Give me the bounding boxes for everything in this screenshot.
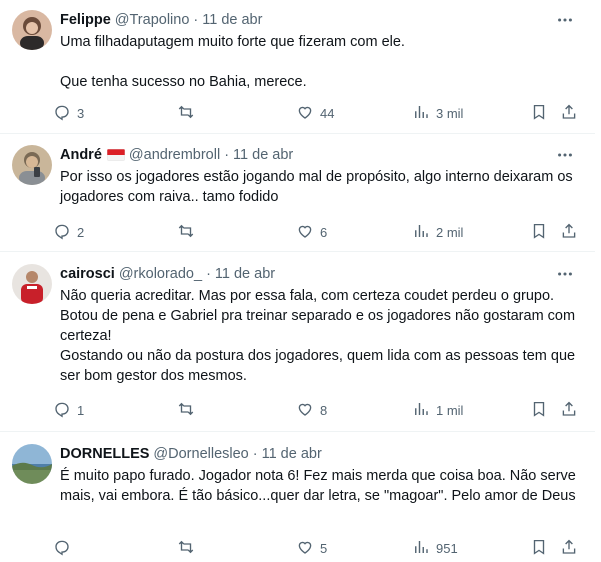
bookmark-icon[interactable] — [530, 103, 548, 124]
reply-item[interactable]: André @andrembroll · 11 de abr Por isso … — [0, 134, 595, 252]
timestamp[interactable]: 11 de abr — [262, 446, 322, 462]
like-icon — [296, 103, 314, 124]
reply-count: 1 — [77, 402, 85, 418]
views-count: 1 mil — [436, 402, 464, 418]
like-icon — [296, 538, 314, 559]
flag-icon — [106, 149, 125, 161]
repost-button[interactable] — [177, 400, 195, 421]
repost-button[interactable] — [177, 103, 195, 124]
reply-header: André @andrembroll · 11 de abr — [60, 145, 579, 165]
more-icon[interactable] — [555, 145, 575, 165]
views-button[interactable]: 1 mil — [412, 400, 463, 421]
display-name[interactable]: DORNELLES — [60, 446, 149, 462]
reply-item[interactable]: DORNELLES @Dornellesleo · 11 de abr É mu… — [0, 432, 595, 562]
avatar[interactable] — [12, 145, 52, 185]
views-button[interactable]: 951 — [412, 538, 458, 559]
share-icon[interactable] — [560, 222, 578, 243]
like-button[interactable]: 5 — [296, 538, 327, 559]
like-icon — [296, 222, 314, 243]
reply-count: 3 — [77, 105, 85, 121]
reply-button[interactable] — [53, 538, 71, 559]
display-name[interactable]: André — [60, 147, 102, 163]
like-button[interactable]: 44 — [296, 103, 334, 124]
reply-button[interactable]: 2 — [53, 222, 84, 243]
reply-count: 2 — [77, 224, 85, 240]
repost-icon — [177, 400, 195, 421]
like-count: 8 — [320, 402, 328, 418]
separator-dot: · — [252, 446, 258, 462]
reply-button[interactable]: 1 — [53, 400, 84, 421]
repost-icon — [177, 222, 195, 243]
reply-header: DORNELLES @Dornellesleo · 11 de abr — [60, 444, 579, 464]
avatar[interactable] — [12, 264, 52, 304]
share-icon[interactable] — [560, 538, 578, 559]
timestamp[interactable]: 11 de abr — [215, 266, 275, 282]
action-bar: 1 8 1 mil — [0, 399, 595, 421]
username[interactable]: @Dornellesleo — [153, 446, 248, 462]
like-count: 44 — [320, 105, 335, 121]
username[interactable]: @rkolorado_ — [119, 266, 202, 282]
views-button[interactable]: 3 mil — [412, 103, 463, 124]
reply-header: Felippe @Trapolino · 11 de abr — [60, 10, 579, 30]
bookmark-icon[interactable] — [530, 222, 548, 243]
like-button[interactable]: 8 — [296, 400, 327, 421]
display-name[interactable]: Felippe — [60, 12, 111, 28]
timestamp[interactable]: 11 de abr — [202, 12, 262, 28]
views-icon — [412, 538, 430, 559]
avatar[interactable] — [12, 444, 52, 484]
timestamp[interactable]: 11 de abr — [233, 147, 293, 163]
like-button[interactable]: 6 — [296, 222, 327, 243]
like-icon — [296, 400, 314, 421]
views-icon — [412, 222, 430, 243]
display-name[interactable]: cairosci — [60, 266, 115, 282]
reply-item[interactable]: cairosci @rkolorado_ · 11 de abr Não que… — [0, 252, 595, 432]
views-icon — [412, 103, 430, 124]
avatar[interactable] — [12, 10, 52, 50]
action-bar: 3 44 3 mil — [0, 102, 595, 124]
reply-item[interactable]: Felippe @Trapolino · 11 de abr Uma filha… — [0, 0, 595, 134]
repost-button[interactable] — [177, 538, 195, 559]
reply-text: Uma filhadaputagem muito forte que fizer… — [60, 34, 405, 90]
views-icon — [412, 400, 430, 421]
repost-icon — [177, 538, 195, 559]
separator-dot: · — [206, 266, 211, 282]
views-count: 951 — [436, 540, 458, 556]
reply-icon — [53, 222, 71, 243]
views-button[interactable]: 2 mil — [412, 222, 463, 243]
more-icon[interactable] — [555, 264, 575, 284]
reply-icon — [53, 400, 71, 421]
reply-icon — [53, 103, 71, 124]
repost-icon — [177, 103, 195, 124]
share-icon[interactable] — [560, 103, 578, 124]
reply-text: Não queria acreditar. Mas por essa fala,… — [60, 288, 576, 384]
reply-button[interactable]: 3 — [53, 103, 84, 124]
bookmark-icon[interactable] — [530, 400, 548, 421]
action-bar: 2 6 2 mil — [0, 221, 595, 243]
share-icon[interactable] — [560, 400, 578, 421]
views-count: 3 mil — [436, 105, 464, 121]
replies-feed: Felippe @Trapolino · 11 de abr Uma filha… — [0, 0, 601, 562]
separator-dot: · — [193, 12, 199, 28]
reply-icon — [53, 538, 71, 559]
more-icon[interactable] — [555, 10, 575, 30]
reply-header: cairosci @rkolorado_ · 11 de abr — [60, 264, 579, 284]
username[interactable]: @andrembroll — [129, 147, 220, 163]
reply-text: Por isso os jogadores estão jogando mal … — [60, 169, 577, 205]
username[interactable]: @Trapolino — [115, 12, 190, 28]
repost-button[interactable] — [177, 222, 195, 243]
views-count: 2 mil — [436, 224, 464, 240]
bookmark-icon[interactable] — [530, 538, 548, 559]
like-count: 5 — [320, 540, 328, 556]
like-count: 6 — [320, 224, 328, 240]
separator-dot: · — [224, 147, 230, 163]
reply-text: É muito papo furado. Jogador nota 6! Fez… — [60, 468, 580, 504]
action-bar: 5 951 — [0, 537, 595, 559]
